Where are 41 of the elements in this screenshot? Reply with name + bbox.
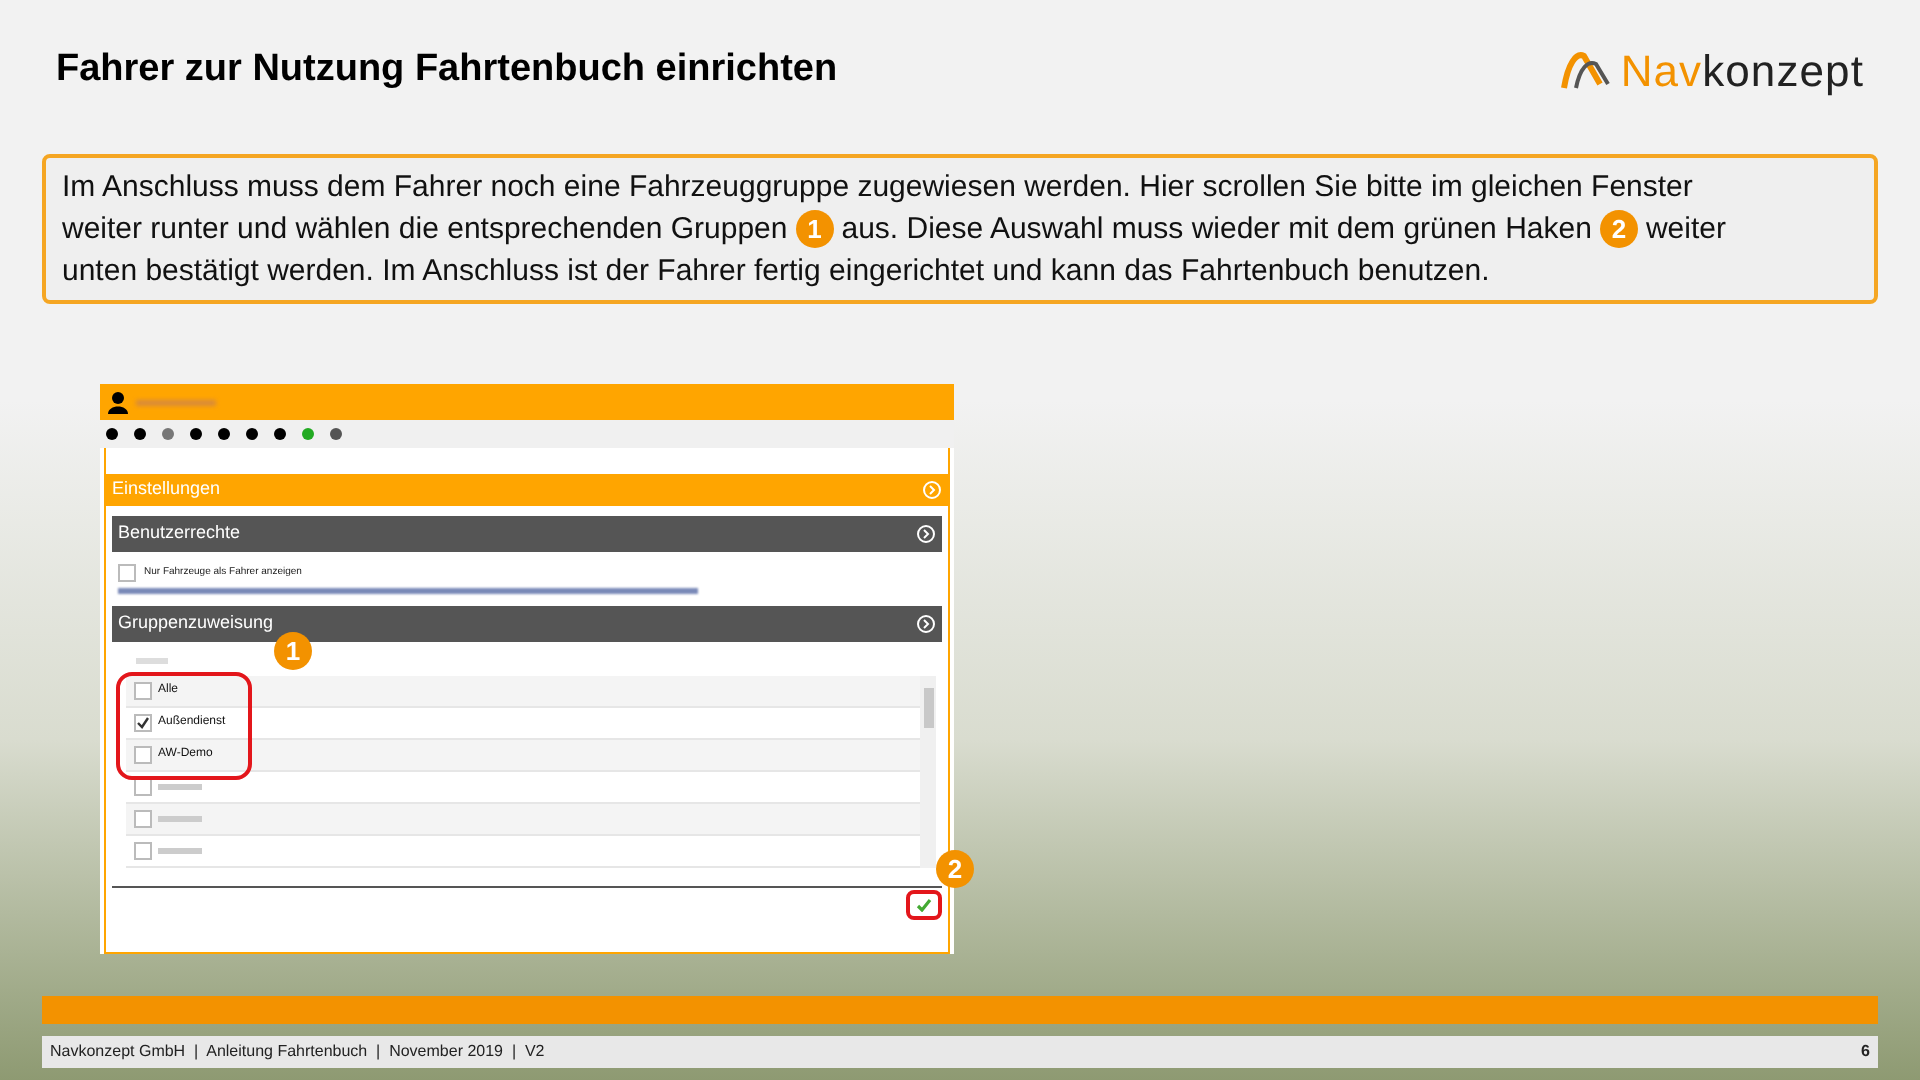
toolbar-icon[interactable] [246, 428, 258, 440]
number-badge: 2 [936, 850, 974, 889]
check-icon [916, 898, 932, 912]
blurred-label [158, 784, 202, 790]
instruction-text: Im Anschluss muss dem Fahrer noch eine Fahrzeuggruppe zugewiesen werden. Hier scrollen Sie bitte im gleichen Fenster [62, 168, 1693, 208]
toolbar-icon[interactable] [330, 428, 342, 440]
instruction-text: aus. Diese Auswahl muss wieder mit dem grünen Haken [841, 210, 1592, 250]
scrollbar[interactable] [920, 676, 936, 868]
section-header[interactable]: Gruppenzuweisung [112, 606, 942, 642]
blurred-name [136, 399, 216, 405]
checkbox[interactable] [134, 682, 152, 700]
footer-text: Navkonzept GmbH | Anleitung Fahrtenbuch | November 2019 | V2 [50, 1040, 545, 1064]
toolbar-icon[interactable] [274, 428, 286, 440]
user-icon [108, 391, 128, 413]
blurred-label [158, 816, 202, 822]
blurred-label [136, 658, 168, 664]
toolbar-icon[interactable] [106, 428, 118, 440]
logo-text: Navkonzept [1620, 43, 1864, 100]
checkbox[interactable] [118, 564, 136, 582]
logo-icon [1560, 48, 1613, 92]
instruction-text: weiter [1645, 210, 1726, 250]
checkbox[interactable] [134, 842, 152, 860]
instruction-text: weiter runter und wählen die entsprechenden Gruppen [62, 210, 788, 250]
toolbar-icon[interactable] [218, 428, 230, 440]
instruction-text: unten bestätigt werden. Im Anschluss ist der Fahrer fertig eingerichtet und kann das Fahrtenbuch benutzen. [62, 252, 1490, 292]
page-number: 6 [1861, 1040, 1870, 1064]
checkbox[interactable] [134, 746, 152, 764]
confirm-button[interactable] [906, 890, 942, 920]
chevron-circle-icon[interactable] [916, 524, 936, 544]
checkbox[interactable] [134, 810, 152, 828]
checkbox[interactable] [134, 714, 152, 732]
blurred-label [158, 848, 202, 854]
number-badge: 1 [274, 632, 312, 671]
check-icon [136, 716, 150, 730]
toolbar-icon[interactable] [134, 428, 146, 440]
toolbar-icon[interactable] [190, 428, 202, 440]
slide-title: Fahrer zur Nutzung Fahrtenbuch einrichten [56, 45, 838, 94]
number-badge: 2 [1599, 210, 1638, 248]
chevron-circle-icon[interactable] [916, 614, 936, 634]
number-badge: 1 [795, 210, 834, 248]
section-header[interactable]: Benutzerrechte [112, 516, 942, 552]
